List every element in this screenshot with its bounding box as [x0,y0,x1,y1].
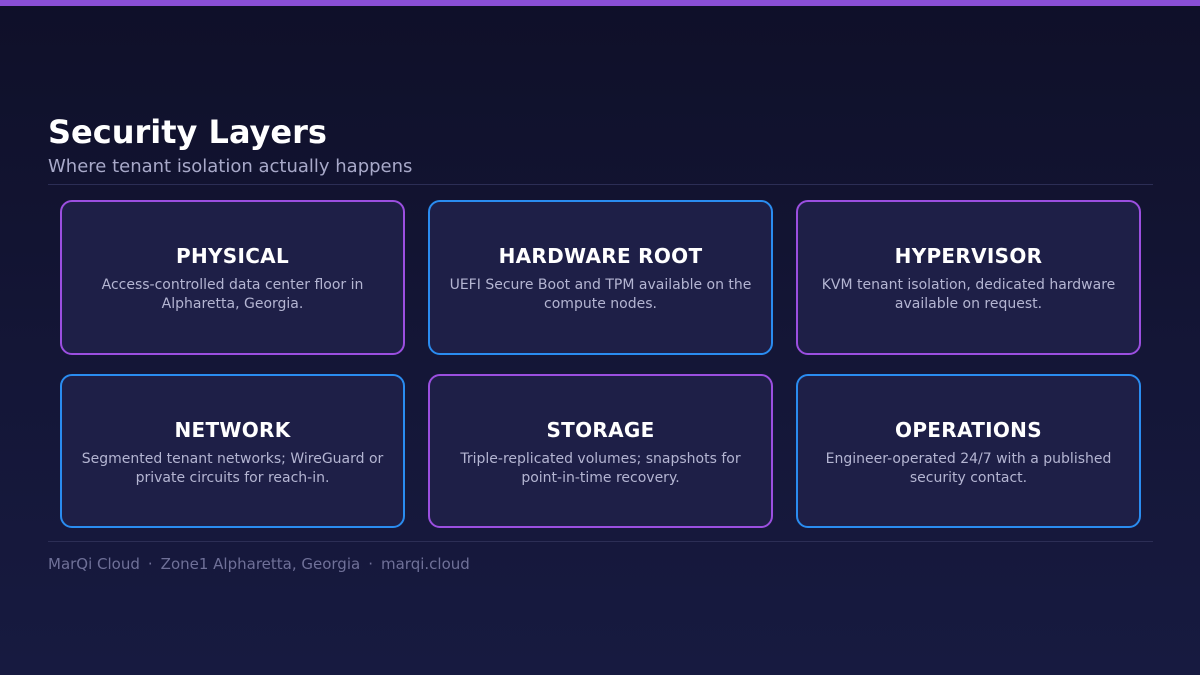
card-description: Segmented tenant networks; WireGuard or … [81,451,384,486]
footer-location: Zone1 Alpharetta, Georgia [160,555,361,573]
footer-brand: MarQi Cloud [48,555,140,573]
page-subtitle: Where tenant isolation actually happens [48,156,413,177]
card-description: KVM tenant isolation, dedicated hardware… [821,277,1116,312]
card-network: NETWORK Segmented tenant networks; WireG… [60,374,405,528]
card-hardware-root: HARDWARE ROOT UEFI Secure Boot and TPM a… [428,200,773,355]
card-description: Engineer-operated 24/7 with a published … [825,451,1112,486]
card-storage: STORAGE Triple-replicated volumes; snaps… [428,374,773,528]
card-title: HARDWARE ROOT [498,244,703,268]
card-operations: OPERATIONS Engineer-operated 24/7 with a… [796,374,1141,528]
card-title: PHYSICAL [175,244,290,268]
top-accent-bar [0,0,1200,6]
card-title: NETWORK [174,418,291,442]
footer-separator: · [368,555,373,573]
card-title: STORAGE [546,418,655,442]
footer-separator: · [147,555,153,573]
slide-header: Security Layers Where tenant isolation a… [48,112,1153,180]
footer-divider [48,541,1153,542]
card-title: HYPERVISOR [894,244,1043,268]
footer-website: marqi.cloud [380,555,470,573]
header-divider [48,184,1153,185]
card-hypervisor: HYPERVISOR KVM tenant isolation, dedicat… [796,200,1141,355]
card-description: Triple-replicated volumes; snapshots for… [460,451,741,486]
security-layers-grid: PHYSICAL Access-controlled data center f… [60,200,1141,528]
card-title: OPERATIONS [895,418,1042,442]
page-title: Security Layers [48,113,327,151]
slide-footer: MarQi Cloud · Zone1 Alpharetta, Georgia · ma… [48,553,470,575]
card-description: Access-controlled data center floor in A… [101,277,364,312]
card-physical: PHYSICAL Access-controlled data center f… [60,200,405,355]
card-description: UEFI Secure Boot and TPM available on th… [449,277,752,312]
